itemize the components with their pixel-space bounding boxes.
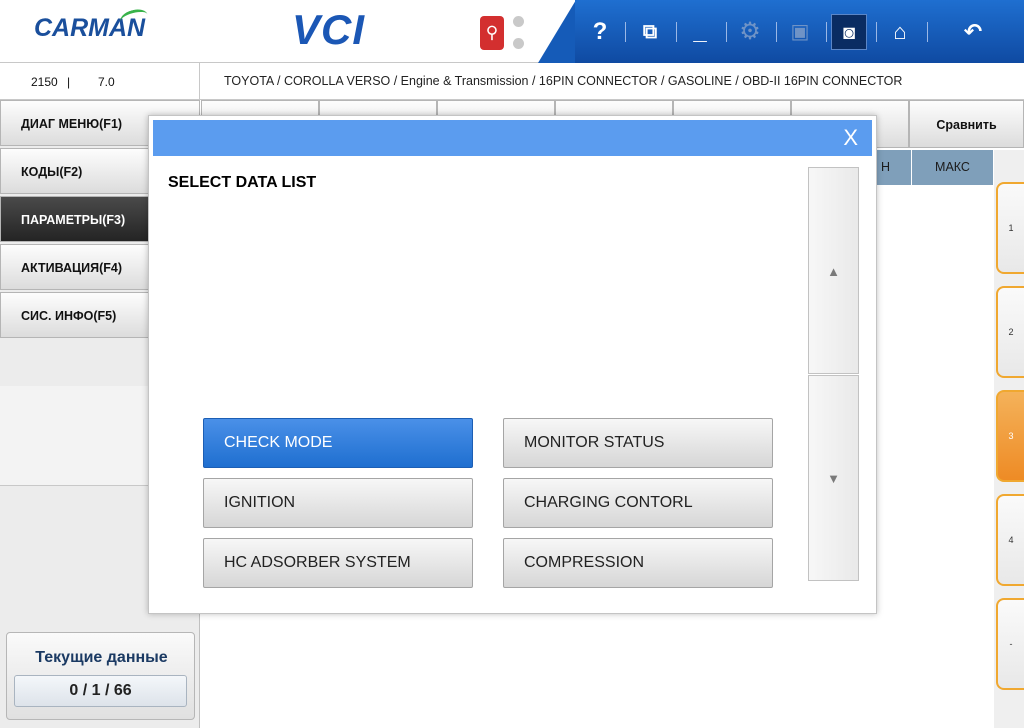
- status-dot-icon: [513, 38, 524, 49]
- info-bar: 2150 | 7.0 TOYOTA / COROLLA VERSO / Engi…: [0, 63, 1024, 100]
- software-version: 7.0: [98, 75, 115, 89]
- toolbar-divider: [876, 22, 877, 42]
- dialog-title: SELECT DATA LIST: [168, 174, 317, 191]
- side-tab-5[interactable]: -: [996, 598, 1024, 690]
- save-icon: ▣: [790, 21, 810, 43]
- scroll-up-button[interactable]: ▲: [808, 167, 859, 374]
- back-icon[interactable]: ↶: [955, 14, 991, 50]
- option-compression[interactable]: COMPRESSION: [503, 538, 773, 588]
- home-icon[interactable]: ⌂: [882, 14, 918, 50]
- side-tab-2[interactable]: 2: [996, 286, 1024, 378]
- status-dot-icon: [513, 16, 524, 27]
- scroll-down-button[interactable]: ▼: [808, 375, 859, 581]
- app-title: VCI: [292, 6, 366, 53]
- app-window: CARMAN VCI ⚲ ? ⧉ _ ⚙ ▣ ◙ ⌂ ↶ 2150 | 7.0 …: [0, 0, 1024, 728]
- column-header-max: МАКС: [912, 150, 994, 185]
- windows-icon[interactable]: ⧉: [632, 14, 668, 50]
- select-data-list-dialog: X SELECT DATA LIST ▲ ▼ CHECK MODE MONITO…: [148, 115, 877, 614]
- toolbar-divider: [726, 22, 727, 42]
- info-separator: |: [67, 75, 71, 89]
- usb-icon: ⚲: [480, 16, 504, 50]
- current-data-panel: Текущие данные 0 / 1 / 66: [6, 632, 195, 720]
- compare-button[interactable]: Сравнить: [909, 100, 1024, 148]
- settings-icon: ⚙: [739, 18, 761, 45]
- help-icon[interactable]: ?: [582, 14, 618, 50]
- option-ignition[interactable]: IGNITION: [203, 478, 473, 528]
- toolbar-divider: [776, 22, 777, 42]
- toolbar-divider: [625, 22, 626, 42]
- current-data-title: Текущие данные: [35, 649, 168, 666]
- vehicle-breadcrumb: TOYOTA / COROLLA VERSO / Engine & Transm…: [224, 74, 903, 88]
- toolbar-divider: [676, 22, 677, 42]
- close-icon[interactable]: X: [843, 125, 858, 151]
- camera-icon[interactable]: ◙: [831, 14, 867, 50]
- toolbar-divider: [826, 22, 827, 42]
- current-data-count: 0 / 1 / 66: [14, 675, 187, 707]
- option-hc-adsorber-system[interactable]: HC ADSORBER SYSTEM: [203, 538, 473, 588]
- toolbar-divider: [927, 22, 928, 42]
- side-tab-3[interactable]: 3: [996, 390, 1024, 482]
- header-bar: CARMAN VCI ⚲ ? ⧉ _ ⚙ ▣ ◙ ⌂ ↶: [0, 0, 1024, 63]
- option-monitor-status[interactable]: MONITOR STATUS: [503, 418, 773, 468]
- option-charging-control[interactable]: CHARGING CONTORL: [503, 478, 773, 528]
- version-info: 2150 | 7.0: [0, 63, 200, 100]
- dialog-titlebar: X: [153, 120, 872, 156]
- option-check-mode[interactable]: CHECK MODE: [203, 418, 473, 468]
- minimize-icon[interactable]: _: [682, 14, 718, 50]
- toolbar-edge: [538, 0, 576, 63]
- side-tab-4[interactable]: 4: [996, 494, 1024, 586]
- side-tab-1[interactable]: 1: [996, 182, 1024, 274]
- device-code: 2150: [31, 75, 58, 89]
